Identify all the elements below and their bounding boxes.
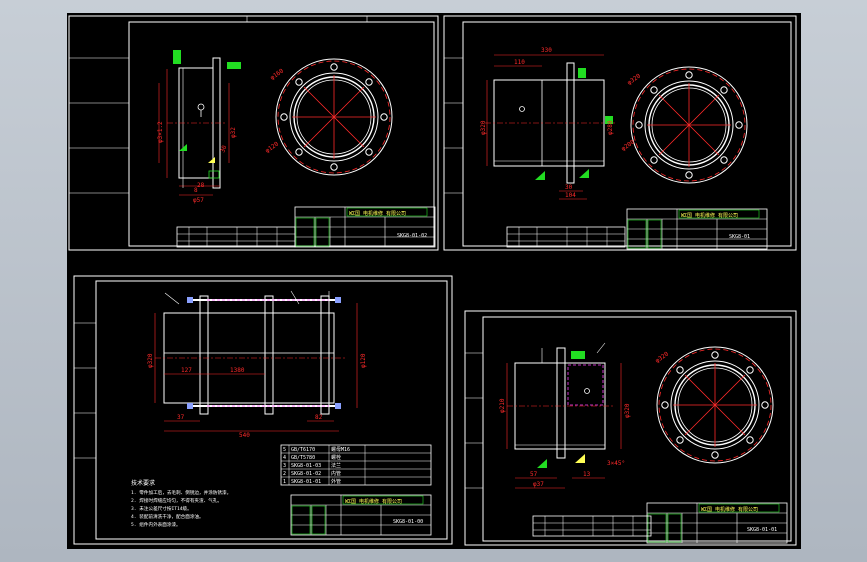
dim-text: φ37	[533, 481, 544, 488]
notes-title: 技术要求	[131, 479, 155, 487]
dim-text: 28	[197, 182, 205, 189]
drawing-number: SKG8-01-02	[397, 233, 427, 239]
note-line: 3. 未注公差尺寸按IT14级。	[131, 505, 192, 512]
dim-text: 30	[565, 184, 573, 191]
title-block-company: WΣ国 电机维修 有限公司	[701, 506, 758, 513]
bom-name: 螺栓	[331, 454, 341, 461]
sheet4-side-view: φ210 57 φ37 13 3×45° φ320	[499, 342, 631, 489]
dim-text: 3×45°	[607, 460, 625, 467]
drawing-canvas[interactable]: φ57 8 30 28 φ3×1.2 φ32 φ160 φ120 WΣ国 电机维…	[67, 13, 801, 549]
drawing-number: SKG8-01-01	[747, 527, 777, 533]
dim-text: 13	[583, 471, 591, 478]
drawing-number: SKG8-01	[729, 234, 750, 240]
bom-name: 法兰	[331, 462, 341, 469]
title-block-company: WΣ国 电机维修 有限公司	[349, 210, 406, 217]
app-window-frame: φ57 8 30 28 φ3×1.2 φ32 φ160 φ120 WΣ国 电机维…	[0, 0, 867, 562]
dim-text: φ320	[480, 120, 487, 135]
assembly-view: 127 1380 37 82 540 φ320 φ120	[147, 290, 367, 439]
bom-code: GB/T5780	[291, 455, 315, 461]
bom-code: SKG8-01-01	[291, 479, 321, 485]
sheet-bottom-right[interactable]: φ210 57 φ37 13 3×45° φ320 φ320 WΣ国 电机维修 …	[464, 310, 797, 546]
title-block-company: WΣ国 电机维修 有限公司	[345, 498, 402, 505]
drawing-number: SKG8-01-00	[393, 519, 423, 525]
bom-no: 4	[283, 455, 286, 461]
dim-text: 57	[530, 471, 538, 478]
bom-no: 1	[283, 479, 286, 485]
sheet1-side-view: φ57 8 30 28 φ3×1.2 φ32	[157, 50, 241, 204]
sheet2-side-view: 330 110 φ320 30 104 φ280	[480, 47, 615, 200]
bom-no: 2	[283, 471, 286, 477]
dim-text: φ32	[230, 127, 237, 138]
dim-text: 104	[565, 192, 576, 199]
title-block-company: WΣ国 电机维修 有限公司	[681, 212, 738, 219]
dim-text: 127	[181, 367, 192, 374]
sheet-top-right[interactable]: 330 110 φ320 30 104 φ280 φ320 φ200 WΣ国 电…	[443, 15, 797, 251]
dim-text: φ320	[147, 353, 154, 368]
dim-text: φ120	[360, 353, 367, 368]
note-line: 1. 零件加工后，去毛刺、倒锐边，并涂防锈漆。	[131, 489, 231, 496]
sheet4-flange-view	[656, 346, 774, 464]
dim-text: 37	[177, 414, 185, 421]
dim-text: 330	[541, 47, 552, 54]
bom-code: GB/T6170	[291, 447, 315, 453]
bom-name: 螺母M16	[331, 446, 350, 453]
dim-text: 82	[315, 414, 323, 421]
bill-of-materials: 5 GB/T6170 螺母M16 4 GB/T5780 螺栓 3 SKG8-01…	[280, 444, 432, 486]
dim-text: 110	[514, 59, 525, 66]
technical-notes: 技术要求 1. 零件加工后，去毛刺、倒锐边，并涂防锈漆。 2. 焊接时焊缝应均匀…	[131, 479, 231, 528]
sheet-top-left[interactable]: φ57 8 30 28 φ3×1.2 φ32 φ160 φ120 WΣ国 电机维…	[68, 15, 439, 251]
bom-no: 5	[283, 447, 286, 453]
note-line: 2. 焊接时焊缝应均匀，不得有夹渣、气孔。	[131, 497, 222, 504]
dim-text: 30	[219, 144, 228, 154]
dim-text: 1380	[230, 367, 245, 374]
svg-text:φ320: φ320	[654, 350, 670, 364]
sheet-bottom-left[interactable]: 127 1380 37 82 540 φ320 φ120 5 GB/T6170 …	[73, 275, 453, 545]
bom-name: 外管	[331, 478, 341, 485]
dim-text: φ57	[193, 197, 204, 204]
note-line: 4. 装配前清洗干净，配合面涂油。	[131, 513, 204, 520]
svg-text:φ120: φ120	[264, 140, 280, 154]
bom-no: 3	[283, 463, 286, 469]
sheet2-flange-view	[630, 66, 748, 184]
svg-text:φ200: φ200	[620, 138, 636, 152]
svg-text:φ160: φ160	[269, 67, 285, 81]
bom-code: SKG8-01-02	[291, 471, 321, 477]
cad-drawing: φ57 8 30 28 φ3×1.2 φ32 φ160 φ120 WΣ国 电机维…	[68, 15, 797, 546]
note-line: 5. 组件内外表面涂漆。	[131, 521, 181, 528]
bom-name: 内管	[331, 470, 341, 477]
dim-text: φ280	[607, 120, 614, 135]
svg-text:φ320: φ320	[626, 72, 642, 86]
dim-text: φ3×1.2	[157, 121, 164, 143]
dim-text: φ320	[624, 403, 631, 418]
sheet1-flange-view	[275, 58, 393, 176]
dim-text: 540	[239, 432, 250, 439]
dim-text: φ210	[499, 398, 506, 413]
bom-code: SKG8-01-03	[291, 463, 321, 469]
